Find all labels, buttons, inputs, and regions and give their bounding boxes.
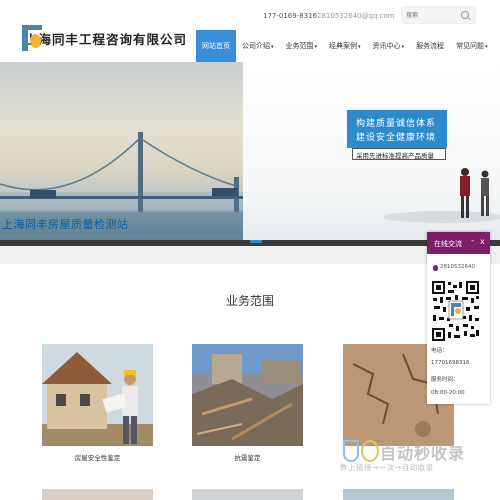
watermark-subtitle: 数上链接→一次→自动收录 [340, 463, 434, 472]
watermark-logo-icon [343, 440, 359, 462]
slogan-line-1: 构建质量诚信体系 [356, 119, 437, 129]
nav-item-services[interactable]: 业务范围▾ [280, 30, 324, 62]
service-card-image-row2[interactable] [192, 489, 303, 500]
service-card-image-row2[interactable] [343, 489, 454, 500]
nav-item-home[interactable]: 网站首页 [196, 30, 236, 62]
nav-item-cases[interactable]: 经典案例▾ [323, 30, 367, 62]
banner-caption: 上海同丰房屋质量检测站 [2, 218, 129, 231]
online-chat-panel: 在线交流 - x 2810532640 电话： 17701698316 服务时间… [427, 232, 490, 404]
logo-text: 上海同丰工程咨询有限公司 [25, 31, 188, 47]
slogan-line-2: 建设安全健康环境 [356, 133, 437, 143]
chat-hours-label: 服务时间： [431, 377, 459, 383]
chat-phone-label: 电话： [431, 348, 448, 354]
nav-item-process[interactable]: 服务流程 [410, 30, 450, 62]
header-phone: 177-0169-8316 [263, 12, 318, 20]
qr-code-image [431, 280, 480, 342]
service-card-image-row2[interactable] [42, 489, 153, 500]
chat-hours: 08:00-20:00 [431, 390, 465, 396]
hero-banner[interactable]: 构建质量诚信体系 建设安全健康环境 采用先进标准提高产品质量 上海同丰房屋质量检… [0, 62, 500, 246]
section-title: 业务范围 [225, 294, 274, 308]
search-box [401, 6, 476, 24]
section-divider [0, 246, 500, 264]
qq-icon [433, 265, 438, 271]
search-icon[interactable] [461, 11, 469, 19]
nav-item-about[interactable]: 公司介绍▾ [236, 30, 280, 62]
nav-item-news[interactable]: 资讯中心▾ [367, 30, 411, 62]
watermark-logo-icon [361, 440, 379, 462]
chevron-down-icon: ▾ [314, 44, 318, 50]
search-input[interactable] [406, 9, 461, 21]
chat-qq-number[interactable]: 2810532640 [440, 264, 475, 270]
slogan-line-3: 采用先进标准提高产品质量 [356, 152, 434, 160]
chat-header: 在线交流 - x [427, 232, 490, 254]
banner-pagination-dot[interactable] [250, 240, 262, 243]
header-email[interactable]: 2810532640@qq.com [317, 12, 395, 20]
chat-title: 在线交流 [434, 240, 462, 248]
rubble-photo [192, 344, 303, 446]
watermark-title: 自动秒收录 [380, 444, 466, 463]
house-photo [42, 344, 153, 446]
chevron-down-icon: ▾ [358, 44, 361, 50]
header-separator: | [310, 11, 313, 19]
service-card-label-house[interactable]: 房屋安全性鉴定 [42, 452, 153, 462]
chat-phone[interactable]: 17701698316 [431, 360, 470, 366]
service-card-image-earthquake[interactable] [192, 344, 303, 446]
nav-item-faq[interactable]: 常见问题▾ [450, 30, 494, 62]
service-card-image-house[interactable] [42, 344, 153, 446]
service-card-label-earthquake[interactable]: 抗震鉴定 [192, 452, 303, 462]
chevron-down-icon: ▾ [401, 44, 405, 50]
minimize-icon[interactable]: - [471, 236, 474, 245]
site-logo[interactable]: 上海同丰工程咨询有限公司 [22, 25, 186, 51]
main-nav: 网站首页 公司介绍▾ 业务范围▾ 经典案例▾ 资讯中心▾ 服务流程 常见问题▾ [196, 30, 494, 62]
chevron-down-icon: ▾ [271, 44, 274, 50]
close-icon[interactable]: x [480, 237, 485, 246]
chevron-down-icon: ▾ [485, 44, 488, 50]
